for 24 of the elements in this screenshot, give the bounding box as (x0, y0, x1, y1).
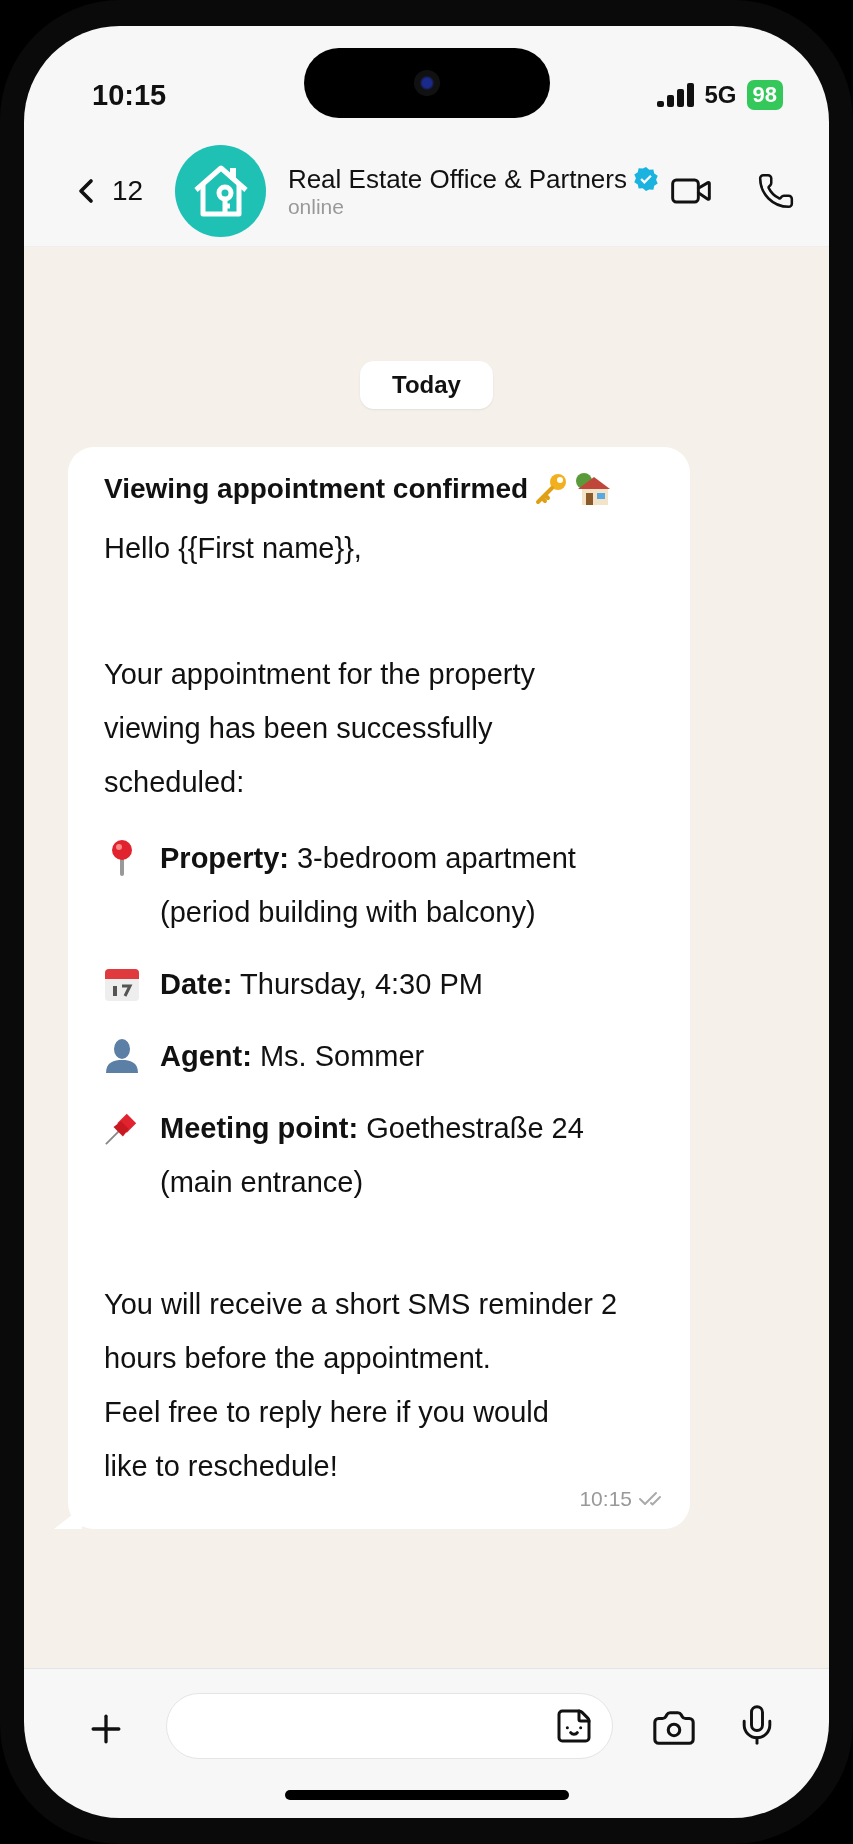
verified-badge-icon (633, 166, 659, 192)
date-chip: Today (360, 361, 493, 409)
contact-name: Real Estate Office & Partners (287, 163, 627, 195)
voice-call-button[interactable] (757, 172, 795, 210)
person-silhouette-icon (104, 1038, 140, 1074)
detail-text: Agent: Ms. Sommer (160, 1039, 425, 1074)
detail-text: Meeting point: Goethestraße 24 (main entrance) (160, 1111, 585, 1200)
back-button[interactable]: 12 (66, 171, 144, 211)
network-label: 5G (704, 81, 737, 109)
detail-text: Property: 3-bedroom apartment (period building with balcony) (160, 841, 577, 930)
message-text: Your appointment for the property viewing has been successfully scheduled: (104, 657, 536, 800)
message-title: Viewing appointment confirmed (104, 473, 529, 505)
message-time: 10:15 (579, 1487, 632, 1511)
detail-text: Date: Thursday, 4:30 PM (160, 967, 483, 1002)
calendar-icon (104, 966, 140, 1002)
signal-icon (656, 83, 695, 107)
message-text: Feel free to reply here if you would like to reschedule! (104, 1395, 550, 1484)
battery-level: 98 (746, 80, 783, 110)
message-text: Hello {{First name}}, (104, 531, 363, 566)
contact-status: online (287, 194, 345, 219)
key-icon (534, 472, 569, 506)
message-text: You will receive a short SMS reminder 2 hours before the appointment. (104, 1287, 619, 1376)
status-time: 10:15 (92, 78, 167, 112)
round-pin-icon (109, 838, 135, 878)
